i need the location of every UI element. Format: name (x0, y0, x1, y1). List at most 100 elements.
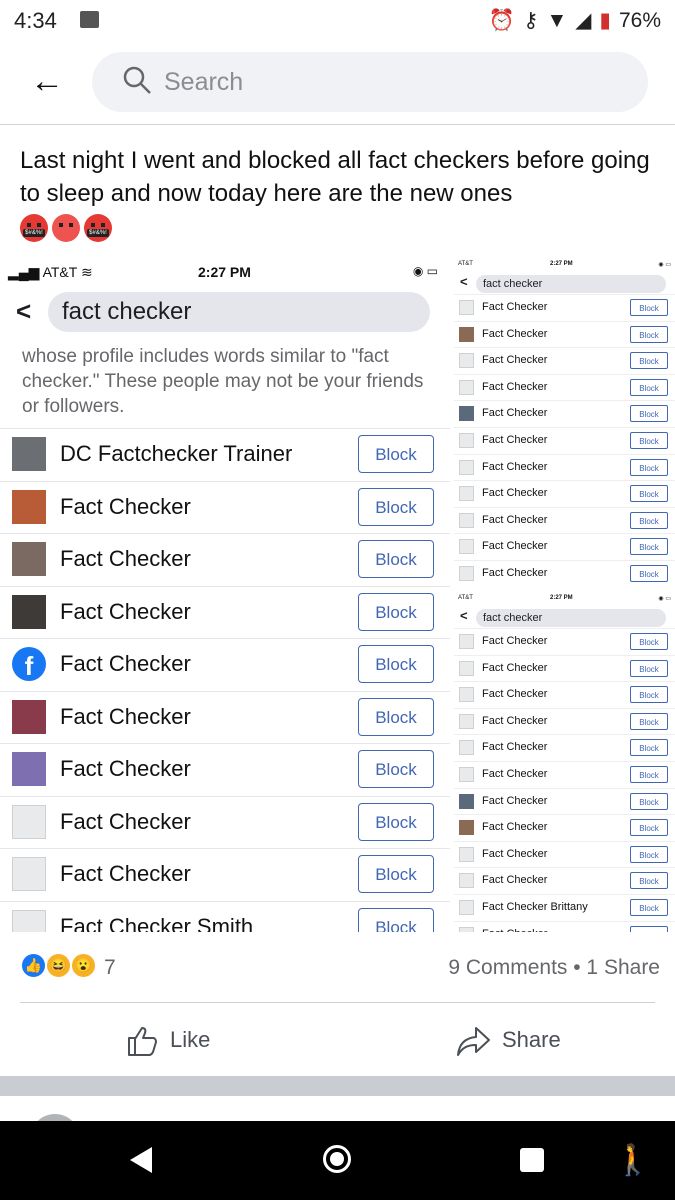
avatar (459, 873, 474, 889)
block-button: Block (630, 686, 668, 704)
avatar (459, 660, 474, 676)
avatar (459, 353, 474, 369)
person-name: Fact Checker (482, 460, 548, 473)
list-item: Fact Checker Block (454, 654, 675, 682)
block-button: Block (358, 592, 434, 631)
list-item: Fact Checker Block (0, 795, 450, 849)
person-name: Fact Checker (482, 301, 548, 313)
screenshot-search-row: < fact checker (454, 272, 675, 294)
reaction-count[interactable]: 7 (104, 956, 116, 980)
list-item: Fact Checker Block (0, 480, 450, 534)
avatar (12, 699, 46, 734)
person-name: Fact Checker (482, 874, 548, 887)
avatar (459, 926, 474, 932)
avatar (459, 432, 474, 448)
block-button: Block (630, 659, 668, 677)
block-button: Block (630, 712, 668, 730)
back-arrow-icon[interactable]: ← (30, 64, 64, 98)
person-name: Fact Checker (482, 327, 548, 340)
nav-recents-icon[interactable] (520, 1148, 544, 1172)
person-name: Fact Checker (482, 407, 548, 420)
person-name: Fact Checker (482, 741, 548, 754)
nav-home-icon[interactable] (323, 1145, 351, 1173)
person-name: Fact Checker (482, 821, 548, 834)
avatar (12, 594, 46, 629)
search-input[interactable]: Search (92, 52, 648, 112)
person-name: Fact Checker (482, 513, 548, 526)
android-navigation-bar: 🚶 (0, 1121, 675, 1200)
block-button: Block (358, 697, 434, 736)
person-name: DC Factchecker Trainer (60, 441, 293, 466)
person-name: Fact Checker (60, 756, 191, 781)
nav-back-icon[interactable] (130, 1147, 152, 1173)
post-actions: Like Share (0, 1005, 675, 1075)
list-item: Fact Checker Block (454, 453, 675, 481)
list-item: Fact Checker Block (454, 920, 675, 932)
key-icon: ⚷ (523, 9, 539, 32)
person-name: Fact Checker (482, 767, 548, 780)
avatar (12, 542, 46, 576)
person-name: Fact Checker (482, 661, 548, 674)
screenshot-battery-icon: ◉ ▭ (658, 262, 671, 268)
list-item: Fact Checker Block (454, 681, 675, 708)
avatar (459, 565, 474, 581)
block-button: Block (630, 485, 668, 503)
block-button: Block (358, 487, 434, 526)
block-button: Block (358, 802, 434, 841)
avatar (459, 300, 474, 315)
person-name: Fact Checker (482, 794, 548, 807)
facebook-logo-icon: f (12, 647, 46, 681)
person-name: Fact Checker (482, 688, 548, 701)
wifi-icon: ▼ (546, 8, 568, 32)
avatar (459, 740, 474, 756)
post-image-small-screenshot-bottom[interactable]: AT&T 2:27 PM ◉ ▭ < fact checker Fact Che… (454, 592, 675, 932)
battery-percent: 76% (618, 8, 661, 32)
share-button[interactable]: Share (456, 1023, 561, 1057)
block-button: Block (630, 352, 668, 370)
block-button: Block (630, 405, 668, 423)
post-image-small-screenshot-top[interactable]: AT&T 2:27 PM ◉ ▭ < fact checker Fact Che… (454, 258, 675, 588)
reactions-row[interactable]: 👍 😆 😮 7 9 Comments • 1 Share (20, 952, 660, 982)
person-name: Fact Checker (60, 703, 191, 729)
chevron-left-icon: < (460, 608, 468, 623)
cursing-face-emoji-icon: $#&%! (84, 213, 112, 242)
post-body: Last night I went and blocked all fact c… (20, 147, 650, 207)
share-arrow-icon (457, 1027, 490, 1057)
list-item: Fact Checker Block (454, 814, 675, 841)
person-name: Fact Checker (482, 566, 548, 579)
avatar (12, 437, 46, 471)
next-post-preview (0, 1096, 675, 1164)
person-name: Fact Checker (60, 808, 191, 834)
person-name: Fact Checker (60, 546, 191, 571)
search-icon (123, 66, 151, 94)
chevron-left-icon: < (16, 296, 32, 326)
carrier: AT&T (458, 595, 473, 601)
avatar (12, 804, 46, 839)
person-name: Fact Checker (482, 354, 548, 367)
post-image-main-screenshot[interactable]: ▂▄▆ AT&T ≋ 2:27 PM ◉ ▭ < fact checker wh… (0, 256, 450, 932)
small-list: Fact Checker Block Fact Checker Block Fact C… (454, 628, 675, 932)
list-item: Fact Checker Block (454, 400, 675, 427)
person-name: Fact Checker (60, 598, 191, 624)
screenshot-description: whose profile includes words similar to … (22, 346, 424, 417)
screenshot-search-box: fact checker (476, 275, 666, 293)
screenshot-battery-icon: ◉ ▭ (658, 596, 671, 602)
block-button: Block (630, 845, 668, 863)
person-name: Fact Checker (482, 380, 548, 393)
thumbs-up-icon (128, 1027, 157, 1057)
block-button: Block (630, 792, 668, 810)
like-label: Like (170, 1027, 211, 1052)
block-button: Block (630, 765, 668, 783)
status-time: 4:34 (14, 8, 57, 33)
person-name: Fact Checker (60, 651, 191, 676)
accessibility-icon[interactable]: 🚶 (614, 1143, 651, 1178)
avatar (459, 406, 474, 422)
block-button: Block (630, 511, 668, 529)
screenshot-status-bar: AT&T 2:27 PM ◉ ▭ (454, 592, 675, 606)
block-button: Block (630, 431, 668, 449)
list-item: Fact Checker Block (454, 840, 675, 868)
haha-reaction-icon: 😆 (45, 952, 72, 979)
like-button[interactable]: Like (126, 1023, 210, 1057)
avatar (459, 634, 474, 649)
comments-shares-link[interactable]: 9 Comments • 1 Share (448, 956, 660, 980)
